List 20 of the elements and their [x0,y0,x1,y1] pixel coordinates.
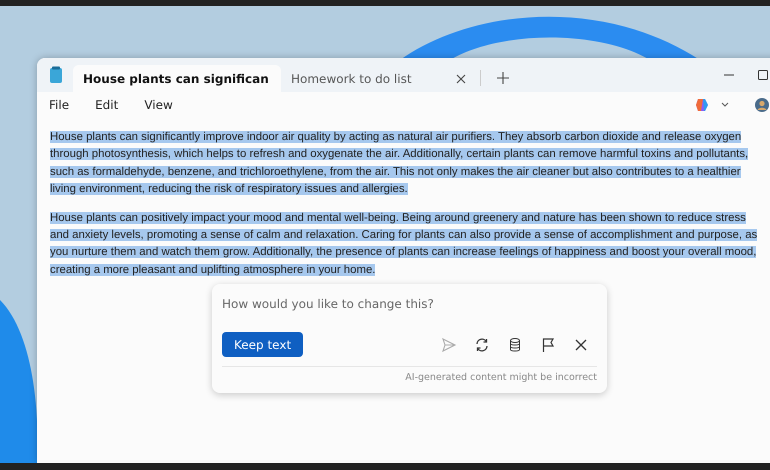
flag-icon[interactable] [540,336,556,352]
document-paragraph: House plants can positively impact your mood and mental well-being. Being around greenery and nature has been shown to reduce stress and anxiety levels, promoting a sense of calm and relaxation. Caring for plants can also provide a sense of accomplishment and purpose, as you nurture them and watch them grow. Additionally, the presence of plants can increase feelings of happiness and boost your overall mood, creating a more pleasant and uplifting atmosphere in your home. [50,210,758,278]
menu-item[interactable]: File [49,96,88,114]
disclaimer-text: AI-generated content might be incorrect [405,372,597,383]
chevron-down-icon[interactable] [721,102,729,108]
menu-item[interactable]: Edit [95,96,136,114]
document-paragraph: House plants can significantly improve indoor air quality by acting as natural air purifiers. They absorb carbon dioxide and release oxygen through photosynthesis, which helps to refresh and oxygenate the air. Additionally, certain plants can remove harmful toxins and pollutants, such as formaldehyde, benzene, and trichloroethylene, from the air. This not only makes the air cleaner but also contributes to a healthier living environment, reducing the risk of respiratory issues and allergies. [50,130,750,198]
refresh-icon[interactable] [474,336,490,352]
copilot-icon[interactable] [695,98,709,112]
close-icon[interactable] [573,336,589,352]
menu-item[interactable]: View [144,96,191,114]
notepad-icon [49,66,63,84]
tab-close-icon[interactable] [456,74,466,84]
avatar-icon[interactable] [755,98,769,112]
document-tab[interactable]: House plants can significan [73,65,281,92]
keep-text-button[interactable]: Keep text [222,332,304,357]
prompt-field[interactable]: How would you like to change this? [222,294,582,314]
document-tab[interactable]: Homework to do list [281,65,476,92]
new-tab-icon[interactable] [497,72,509,84]
database-icon[interactable] [507,336,523,352]
